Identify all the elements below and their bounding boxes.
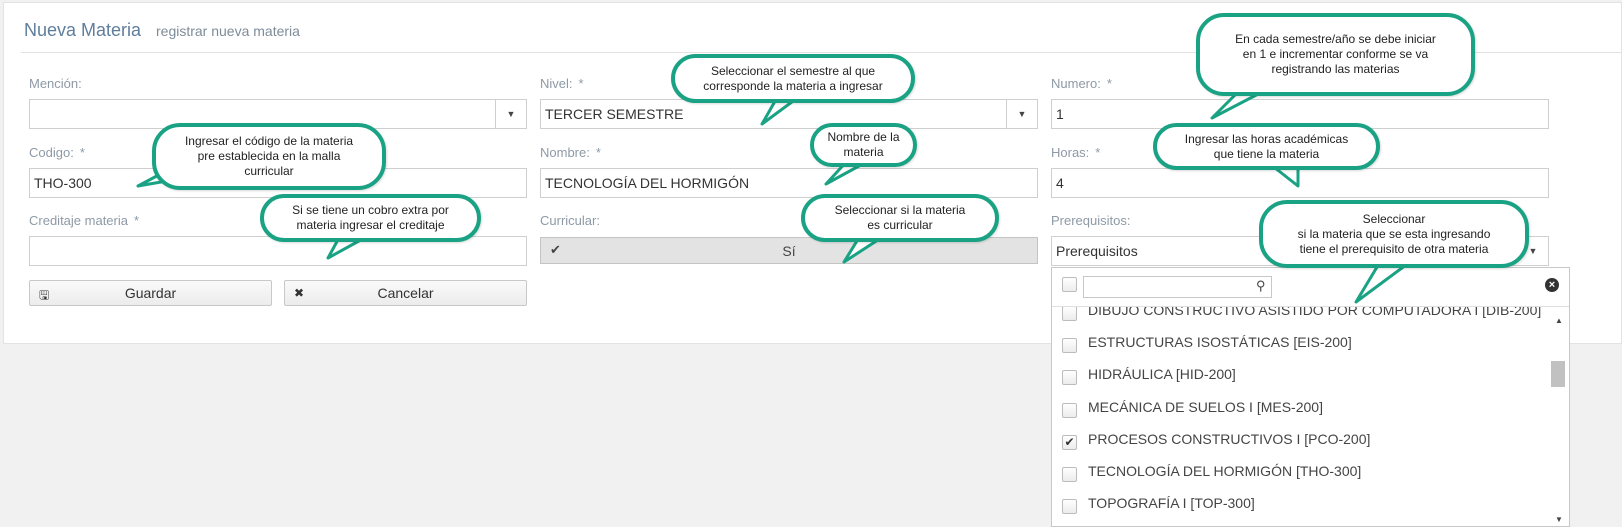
chevron-down-icon[interactable]: ▼ [1006,100,1037,128]
prerequisitos-label: Prerequisitos: [1051,213,1131,228]
curricular-label: Curricular: [540,213,600,228]
prerequisitos-dropdown: DIBUJO CONSTRUCTIVO ASISTIDO POR COMPUTA… [1051,267,1570,527]
scrollbar-thumb[interactable] [1551,361,1565,387]
list-item[interactable]: TOPOGRAFÍA I [TOP-300] [1052,490,1542,520]
nivel-label: Nivel: * [540,76,584,91]
scrollbar[interactable]: ▲ ▼ [1549,306,1569,526]
check-icon: ✔ [550,242,561,257]
scroll-down-icon[interactable]: ▼ [1555,515,1563,524]
codigo-label: Codigo: * [29,145,85,160]
callout-horas: Ingresar las horas académicas que tiene … [1153,123,1380,170]
close-icon: ✖ [294,286,305,300]
callout-creditaje: Si se tiene un cobro extra por materia i… [260,194,481,242]
page-title: Nueva Materia [24,20,142,40]
close-icon[interactable]: × [1545,278,1559,292]
numero-label: Numero: * [1051,76,1112,91]
search-input[interactable]: ⚲ [1083,276,1272,298]
callout-nombre: Nombre de la materia [810,123,917,167]
list-item[interactable]: HIDRÁULICA [HID-200] [1052,361,1542,391]
checkbox[interactable] [1062,499,1077,514]
callout-curricular: Seleccionar si la materia es curricular [801,194,999,242]
floppy-disk-icon: 🖫 [39,288,50,302]
checkbox-checked[interactable]: ✔ [1062,435,1077,450]
nombre-label: Nombre: * [540,145,601,160]
callout-nivel: Seleccionar el semestre al que correspon… [671,54,915,103]
list-item[interactable]: MECÁNICA DE SUELOS I [MES-200] [1052,394,1542,424]
checkbox[interactable] [1062,370,1077,385]
chevron-down-icon[interactable]: ▼ [495,100,526,128]
checkbox[interactable] [1062,306,1077,321]
page-subtitle: registrar nueva materia [156,23,300,39]
save-button[interactable]: 🖫 Guardar [29,280,272,306]
list-item[interactable]: ESTRUCTURAS ISOSTÁTICAS [EIS-200] [1052,329,1542,359]
list-item[interactable]: ✔ PROCESOS CONSTRUCTIVOS I [PCO-200] [1052,426,1542,456]
checkbox[interactable] [1062,338,1077,353]
callout-codigo: Ingresar el código de la materia pre est… [152,123,386,190]
checkbox[interactable] [1062,467,1077,482]
list-item[interactable]: TECNOLOGÍA DEL HORMIGÓN [THO-300] [1052,458,1542,488]
horas-label: Horas: * [1051,145,1101,160]
search-icon: ⚲ [1256,278,1266,293]
scroll-up-icon[interactable]: ▲ [1555,316,1563,325]
checkbox[interactable] [1062,403,1077,418]
select-all-checkbox[interactable] [1062,277,1077,292]
creditaje-label: Creditaje materia * [29,213,140,228]
dropdown-header: ⚲ × [1052,268,1569,307]
callout-prerequisitos: Seleccionar si la materia que se esta in… [1259,200,1529,268]
cancel-button[interactable]: ✖ Cancelar [284,280,527,306]
horas-input[interactable]: 4 [1051,168,1549,198]
callout-numero: En cada semestre/año se debe iniciar en … [1196,13,1475,96]
nivel-select[interactable]: TERCER SEMESTRE ▼ [540,99,1038,129]
mencion-label: Mención: [29,76,82,91]
